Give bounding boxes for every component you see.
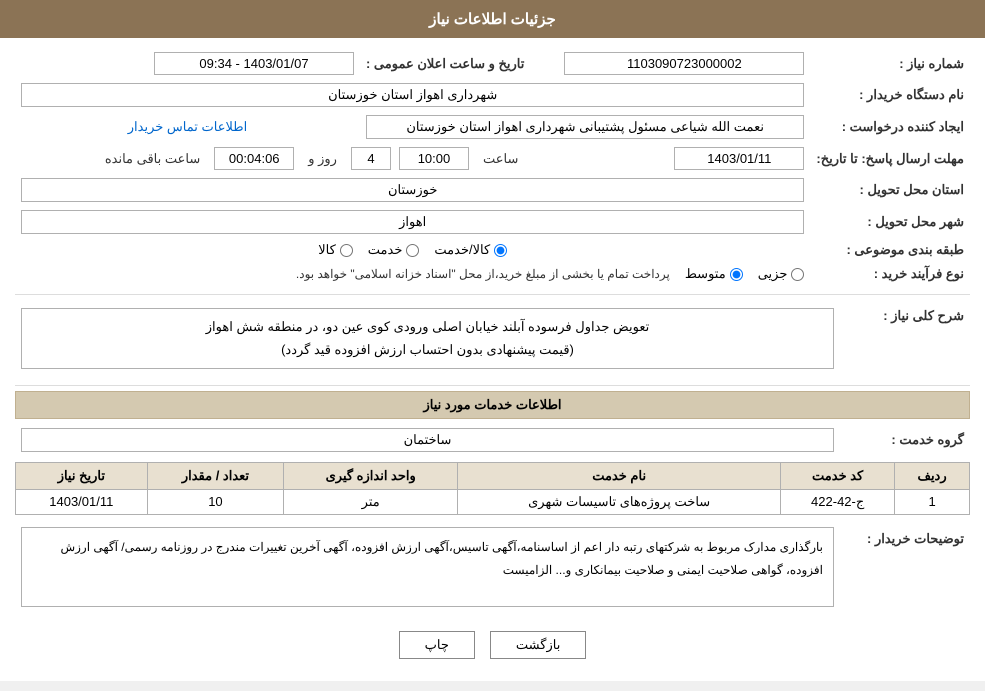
ejad-konande-value: نعمت الله شیاعی مسئول پشتیبانی شهرداری ا…: [366, 115, 804, 139]
buyer-notes-value: بارگذاری مدارک مربوط به شرکتهای رتبه دار…: [21, 527, 834, 607]
col-tedad: تعداد / مقدار: [147, 462, 284, 489]
buttons-row: بازگشت چاپ: [15, 619, 970, 671]
tarikh-saat-label: تاریخ و ساعت اعلان عمومی :: [360, 48, 530, 79]
radio-jozi[interactable]: جزیی: [758, 266, 805, 282]
radio-kala-khadamat[interactable]: کالا/خدمت: [434, 242, 507, 258]
tabaqe-label: طبقه بندی موضوعی :: [810, 238, 970, 262]
services-table: ردیف کد خدمت نام خدمت واحد اندازه گیری ت…: [15, 462, 970, 515]
naam-dastgah-label: نام دستگاه خریدار :: [810, 79, 970, 111]
buyer-notes-label: توضیحات خریدار :: [840, 523, 970, 611]
saat-value: 10:00: [399, 147, 469, 170]
col-radif: ردیف: [895, 462, 970, 489]
shomara-niaz-label: شماره نیاز :: [810, 48, 970, 79]
page-header: جزئیات اطلاعات نیاز: [0, 0, 985, 38]
saat-mande-value: 00:04:06: [214, 147, 294, 170]
col-kod: کد خدمت: [781, 462, 895, 489]
back-button[interactable]: بازگشت: [490, 631, 586, 659]
saat-mande-label: ساعت باقی مانده: [99, 151, 206, 167]
print-button[interactable]: چاپ: [399, 631, 475, 659]
radio-khadamat[interactable]: خدمت: [368, 242, 420, 258]
shomara-niaz-value: 1103090723000002: [564, 52, 804, 75]
radio-motavaset[interactable]: متوسط: [685, 266, 743, 282]
rooz-label: روز و: [302, 151, 343, 167]
saat-label: ساعت: [477, 151, 524, 167]
tarikh-value: 1403/01/11: [674, 147, 804, 170]
shahr-value: اهواز: [21, 210, 804, 234]
col-naam: نام خدمت: [458, 462, 781, 489]
radio-kala[interactable]: کالا: [318, 242, 353, 258]
sharh-value: تعویض جداول فرسوده آبلند خیابان اصلی ورو…: [21, 308, 834, 369]
shahr-label: شهر محل تحویل :: [810, 206, 970, 238]
col-tarikh: تاریخ نیاز: [16, 462, 148, 489]
tabaqe-radio-group: کالا/خدمت خدمت کالا: [21, 242, 804, 258]
ejad-konande-label: ایجاد کننده درخواست :: [810, 111, 970, 143]
ostan-label: استان محل تحویل :: [810, 174, 970, 206]
col-vahed: واحد اندازه گیری: [284, 462, 458, 489]
mohlat-ersal-label: مهلت ارسال پاسخ: تا تاریخ:: [810, 143, 970, 174]
farayand-note: پرداخت تمام یا بخشی از مبلغ خرید،از محل …: [296, 267, 670, 281]
grooh-khadamat-label: گروه خدمت :: [840, 424, 970, 456]
rooz-value: 4: [351, 147, 391, 170]
table-row: 1ج-42-422ساخت پروژه‌های تاسیسات شهریمتر1…: [16, 489, 970, 514]
naam-dastgah-value: شهرداری اهواز استان خوزستان: [21, 83, 804, 107]
page-title: جزئیات اطلاعات نیاز: [429, 11, 556, 28]
nooe-farayand-label: نوع فرآیند خرید :: [810, 262, 970, 286]
services-section-header: اطلاعات خدمات مورد نیاز: [15, 391, 970, 419]
tarikh-saat-value: 1403/01/07 - 09:34: [154, 52, 354, 75]
ettelaat-tamas-link[interactable]: اطلاعات تماس خریدار: [128, 119, 247, 134]
ostan-value: خوزستان: [21, 178, 804, 202]
grooh-khadamat-value: ساختمان: [21, 428, 834, 452]
sharh-label: شرح کلی نیاز :: [840, 300, 970, 377]
